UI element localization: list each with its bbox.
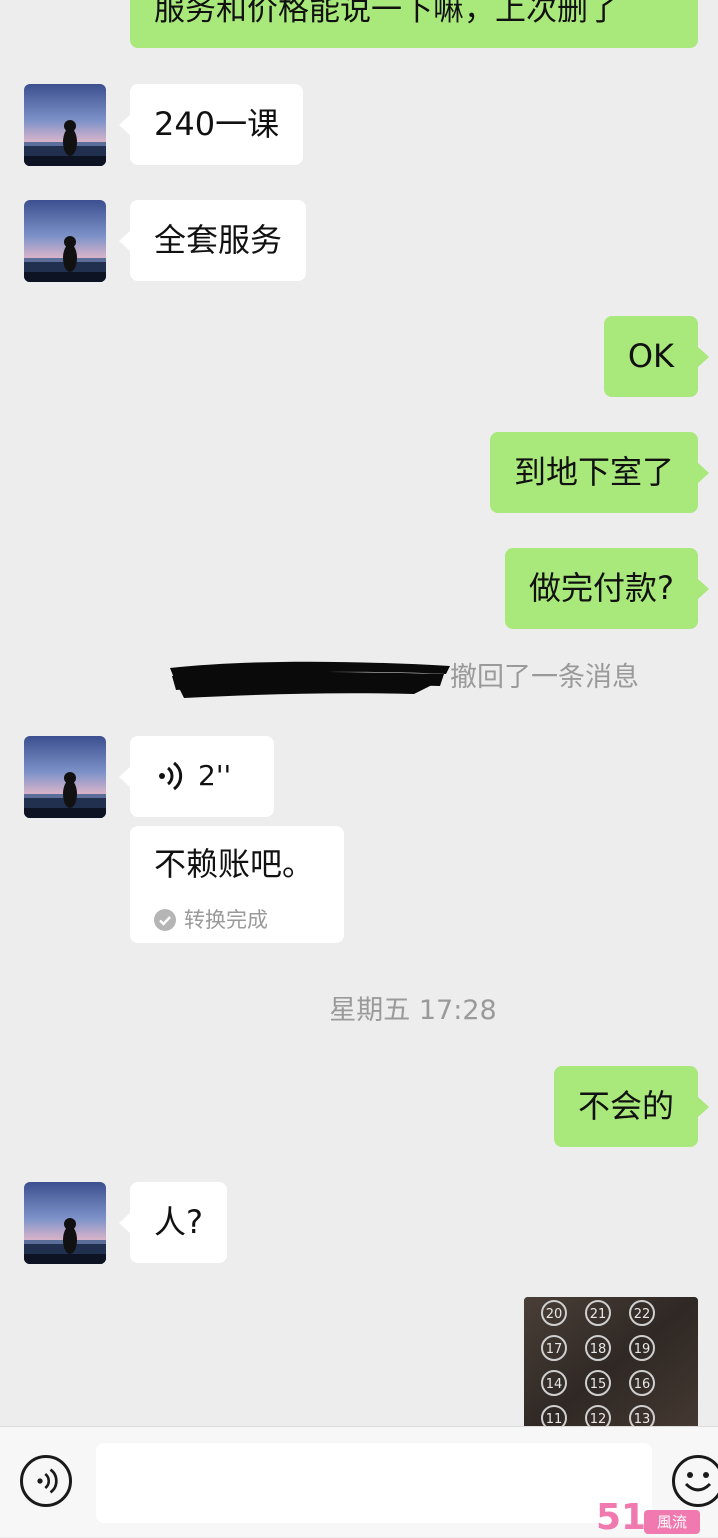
avatar-image bbox=[24, 200, 106, 282]
contact-avatar[interactable] bbox=[24, 1182, 106, 1264]
redaction-scribble bbox=[170, 661, 450, 698]
message-text: 人? bbox=[154, 1203, 203, 1241]
message-bubble-outgoing[interactable]: 做完付款? bbox=[505, 548, 709, 629]
message-bubble-incoming[interactable]: 人? bbox=[119, 1182, 227, 1263]
voice-message-bubble[interactable]: 2'' bbox=[119, 736, 274, 817]
avatar-image bbox=[24, 84, 106, 166]
voice-transcript-text: 不赖账吧。 bbox=[154, 845, 315, 883]
message-text: 240一课 bbox=[154, 105, 280, 143]
elevator-floor-button: 16 bbox=[629, 1370, 655, 1396]
message-text: 服务和价格能说一下嘛，上次删了 bbox=[154, 0, 619, 28]
elevator-floor-button: 14 bbox=[541, 1370, 567, 1396]
watermark-number: 51 bbox=[596, 1497, 647, 1538]
contact-avatar[interactable] bbox=[24, 736, 106, 818]
contact-avatar[interactable] bbox=[24, 200, 106, 282]
image-message[interactable]: 20 21 22 17 18 19 14 15 16 11 12 13 bbox=[524, 1297, 698, 1437]
voice-icon bbox=[37, 1468, 58, 1494]
message-text: 不会的 bbox=[577, 1087, 674, 1125]
voice-transcript-bubble[interactable]: 不赖账吧。 转换完成 bbox=[130, 826, 344, 943]
transcript-status-text: 转换完成 bbox=[184, 908, 268, 932]
message-text: 全套服务 bbox=[154, 221, 283, 259]
check-circle-icon bbox=[154, 909, 176, 931]
message-text: 到地下室了 bbox=[513, 453, 674, 491]
message-bubble-outgoing[interactable]: 到地下室了 bbox=[489, 432, 710, 513]
voice-wave-icon bbox=[159, 761, 183, 791]
message-bubble-outgoing[interactable]: 不会的 bbox=[553, 1066, 710, 1147]
elevator-floor-button: 19 bbox=[629, 1335, 655, 1361]
message-bubble-incoming[interactable]: 全套服务 bbox=[118, 200, 307, 281]
timestamp: 星期五 17:28 bbox=[329, 995, 497, 1026]
voice-input-button[interactable] bbox=[20, 1455, 72, 1507]
recall-notice-text: 撤回了一条消息 bbox=[450, 662, 639, 693]
emoji-icon bbox=[684, 1472, 712, 1492]
elevator-floor-button: 18 bbox=[585, 1335, 611, 1361]
watermark-tag: 風流 bbox=[644, 1510, 700, 1534]
avatar-image bbox=[24, 1182, 106, 1264]
recall-notice: 撤回了一条消息 bbox=[0, 658, 718, 698]
elevator-floor-button: 17 bbox=[541, 1335, 567, 1361]
message-text: OK bbox=[627, 337, 674, 375]
message-bubble-outgoing[interactable]: OK bbox=[603, 316, 710, 397]
elevator-floor-button: 22 bbox=[629, 1300, 655, 1326]
voice-duration: 2'' bbox=[198, 759, 232, 792]
elevator-button-grid: 20 21 22 17 18 19 14 15 16 11 12 13 bbox=[524, 1297, 698, 1437]
elevator-floor-button: 21 bbox=[585, 1300, 611, 1326]
message-text: 做完付款? bbox=[529, 569, 674, 607]
message-bubble-incoming[interactable]: 240一课 bbox=[118, 84, 304, 165]
contact-avatar[interactable] bbox=[24, 84, 106, 166]
elevator-floor-button: 20 bbox=[541, 1300, 567, 1326]
elevator-floor-button: 15 bbox=[585, 1370, 611, 1396]
emoji-button[interactable] bbox=[672, 1455, 718, 1507]
message-bubble-outgoing[interactable]: 服务和价格能说一下嘛，上次删了 bbox=[130, 0, 698, 48]
transcript-status: 转换完成 bbox=[154, 900, 268, 940]
avatar-image bbox=[24, 736, 106, 818]
message-input[interactable] bbox=[96, 1443, 652, 1523]
